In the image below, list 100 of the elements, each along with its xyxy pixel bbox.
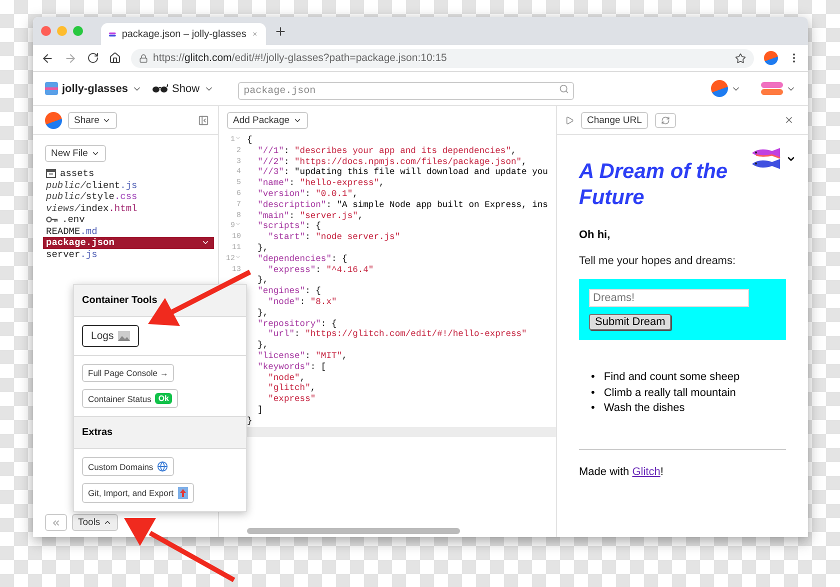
export-icon: [178, 487, 188, 499]
glitch-link[interactable]: Glitch: [632, 466, 660, 478]
file-item[interactable]: public/style.css: [43, 191, 214, 202]
footer-text: Made with Glitch!: [579, 466, 664, 478]
code-line: },: [256, 340, 268, 351]
scrollbar-thumb[interactable]: [247, 528, 460, 534]
fish-icon: [761, 81, 783, 96]
change-url-button[interactable]: Change URL: [581, 112, 648, 128]
code-line: "//3": "updating this file will download and update you: [256, 167, 548, 178]
add-package-button[interactable]: Add Package: [227, 112, 308, 128]
code-line: "engines": {: [256, 286, 321, 297]
code-line: "start": "node server.js": [267, 232, 400, 243]
caret-icon[interactable]: [786, 154, 796, 164]
back-icon[interactable]: [41, 52, 54, 64]
share-button[interactable]: Share: [68, 112, 118, 128]
browser-tab[interactable]: package.json – jolly-glasses: [101, 23, 266, 45]
play-icon[interactable]: [565, 116, 574, 124]
globe-icon: [157, 461, 168, 472]
tool-button[interactable]: Git, Import, and Export: [82, 483, 194, 503]
greeting-text: Oh hi,: [579, 229, 612, 241]
key-icon: [46, 216, 58, 224]
dream-input[interactable]: Dreams!: [589, 289, 749, 307]
code-line: "main": "server.js",: [256, 210, 364, 222]
refresh-button[interactable]: [654, 112, 676, 128]
code-line: {: [247, 135, 252, 146]
code-line: "//2": "https://docs.npmjs.com/files/package.json",: [256, 156, 527, 168]
forward-icon[interactable]: [64, 52, 77, 64]
project-menu[interactable]: jolly-glasses: [45, 82, 142, 95]
close-icon[interactable]: [252, 29, 258, 39]
code-line: "version": "0.0.1",: [256, 188, 358, 200]
dream-item: Climb a really tall mountain: [604, 386, 736, 400]
user-avatar: [45, 112, 62, 128]
dream-item: Wash the dishes: [604, 401, 685, 416]
url-text: https://glitch.com/edit/#!/jolly-glasses?path=package.json:10:15: [153, 52, 448, 64]
code-line: "description": "A simple Node app built on Express, ins: [256, 200, 548, 211]
reload-icon[interactable]: [87, 52, 99, 64]
box-icon: [46, 169, 56, 178]
section-heading: Container Tools: [74, 285, 246, 317]
show-menu[interactable]: Show: [152, 82, 214, 94]
glasses-icon: [152, 84, 168, 93]
bullet: •: [591, 401, 595, 416]
file-item[interactable]: README.md: [43, 226, 214, 237]
bullet: •: [591, 370, 595, 385]
page-title: A Dream of the Future: [579, 159, 729, 211]
tool-button[interactable]: Container Status Ok: [82, 389, 178, 408]
file-item[interactable]: public/client.js: [43, 180, 214, 191]
code-line: "scripts": {: [256, 221, 321, 232]
tool-button[interactable]: Full Page Console →: [82, 364, 174, 382]
code-line: ]: [256, 404, 263, 416]
file-item[interactable]: package.json: [43, 237, 214, 248]
code-line: "name": "hello-express",: [256, 178, 384, 189]
file-item[interactable]: .env: [43, 214, 214, 226]
dream-item: Find and count some sheep: [604, 370, 740, 385]
new-tab-icon[interactable]: [274, 24, 287, 38]
code-line: }: [247, 416, 252, 427]
code-line: "glitch",: [267, 383, 316, 394]
code-line: "express": "^4.16.4": [267, 264, 374, 276]
tool-button[interactable]: Logs: [82, 325, 139, 347]
status-badge: Ok: [155, 393, 172, 404]
team-menu[interactable]: [761, 81, 796, 96]
code-line: "express": [267, 394, 316, 405]
collapse-icon[interactable]: [198, 114, 209, 126]
profile-avatar[interactable]: [764, 51, 778, 65]
fish-icon: [109, 30, 116, 38]
tools-button[interactable]: Tools: [72, 514, 118, 531]
code-line: },: [256, 275, 268, 286]
rewind-button[interactable]: [45, 514, 67, 531]
close-icon[interactable]: [784, 115, 794, 125]
new-file-button[interactable]: New File: [45, 145, 106, 162]
section-heading: Extras: [74, 417, 246, 449]
code-line: "dependencies": {: [256, 254, 348, 265]
code-line: "node": "8.x": [267, 296, 337, 308]
submit-button[interactable]: Submit Dream: [589, 314, 672, 330]
code-line: "repository": {: [256, 318, 337, 330]
image-icon: [118, 331, 130, 341]
file-item[interactable]: assets: [43, 168, 214, 180]
caret-icon: [90, 149, 100, 158]
code-line: "url": "https://glitch.com/edit/#!/hello-express": [267, 329, 527, 340]
star-icon[interactable]: [735, 52, 746, 64]
file-item[interactable]: views/index.html: [43, 202, 214, 214]
search-icon: [558, 84, 569, 94]
code-line: "node",: [267, 372, 306, 384]
tool-button[interactable]: Custom Domains: [82, 457, 174, 476]
prompt-text: Tell me your hopes and dreams:: [579, 255, 737, 267]
caret-icon: [103, 518, 112, 527]
code-line: },: [256, 308, 268, 319]
refresh-icon: [660, 116, 670, 124]
code-line: "license": "MIT",: [256, 350, 348, 362]
close-window-button[interactable]: [41, 26, 51, 36]
code-line: "//1": "describes your app and its dependencies",: [256, 146, 516, 157]
lock-icon: [139, 54, 148, 62]
user-menu[interactable]: [711, 80, 741, 97]
code-line: },: [256, 242, 268, 254]
code-line: "keywords": [: [256, 362, 326, 373]
bullet: •: [591, 386, 595, 400]
rewind-icon: [51, 518, 61, 528]
file-item[interactable]: server.js: [43, 248, 214, 260]
home-icon[interactable]: [109, 52, 121, 64]
search-field[interactable]: package.json: [238, 82, 574, 100]
address-bar[interactable]: https://glitch.com/edit/#!/jolly-glasses?path=package.json:10:15: [131, 48, 754, 68]
